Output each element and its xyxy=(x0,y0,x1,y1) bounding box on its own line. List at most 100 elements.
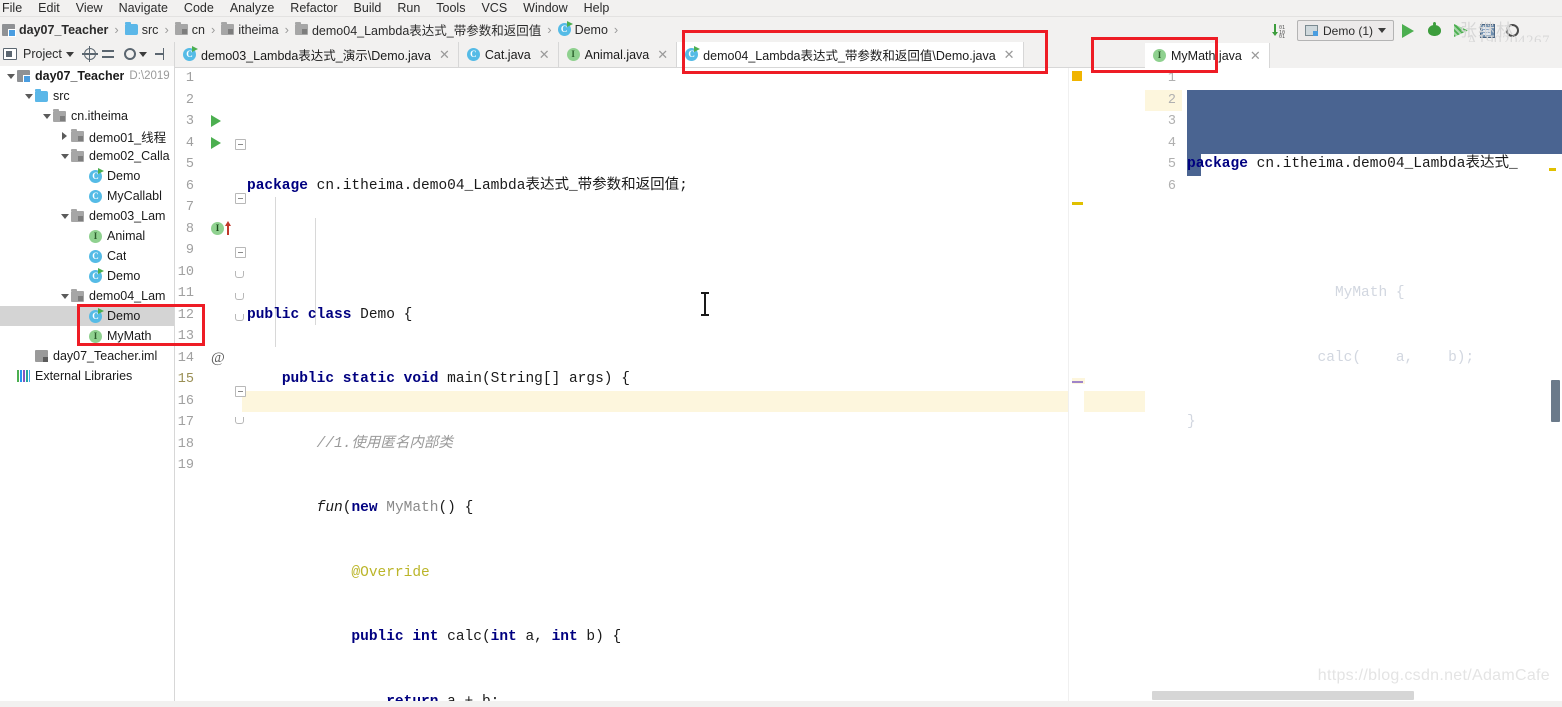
run-button[interactable] xyxy=(1402,22,1420,40)
breadcrumb-item-src[interactable]: src › xyxy=(124,22,175,37)
code-editor-right[interactable]: 1 2 3 4 5 6 package cn.itheima.demo04_Lambda表… xyxy=(1145,68,1562,707)
editor-tab-demo03[interactable]: C demo03_Lambda表达式_演示\Demo.java ✕ xyxy=(175,42,459,67)
occurrence-marker[interactable] xyxy=(1072,202,1083,205)
breadcrumb-item-class[interactable]: C Demo › xyxy=(557,21,625,37)
tree-node-src[interactable]: src xyxy=(0,86,174,106)
twisty-expanded[interactable] xyxy=(40,106,53,126)
menu-item-analyze[interactable]: Analyze xyxy=(222,0,282,17)
line-number-right-3: 3 xyxy=(1167,114,1176,129)
menu-item-vcs[interactable]: VCS xyxy=(473,0,515,17)
tree-node-demo01-[interactable]: demo01_线程 xyxy=(0,126,174,146)
menu-item-refactor[interactable]: Refactor xyxy=(282,0,345,17)
close-icon[interactable]: ✕ xyxy=(657,47,668,63)
menu-item-navigate[interactable]: Navigate xyxy=(111,0,176,17)
tree-node-mycallabl[interactable]: C MyCallabl xyxy=(0,186,174,206)
tree-node-demo[interactable]: C Demo xyxy=(0,266,174,286)
close-icon[interactable]: ✕ xyxy=(1004,47,1015,63)
implementing-method-gutter-icon-line8[interactable]: I xyxy=(211,221,233,236)
profiler-button[interactable] xyxy=(1480,22,1498,40)
hide-icon[interactable] xyxy=(154,48,167,60)
collapse-all-icon[interactable] xyxy=(101,48,114,60)
line-number-12: 12 xyxy=(177,307,194,323)
chevron-down-icon[interactable] xyxy=(65,51,74,57)
tree-node-demo[interactable]: C Demo xyxy=(0,306,174,326)
editor-tab-demo04[interactable]: C demo04_Lambda表达式_带参数和返回值\Demo.java ✕ xyxy=(677,42,1024,67)
run-configuration-selector[interactable]: Demo (1) xyxy=(1297,20,1395,41)
tree-node-day07-teacher[interactable]: day07_Teacher D:\2019 xyxy=(0,66,174,86)
breadcrumb-item-package[interactable]: demo04_Lambda表达式_带参数和返回值 › xyxy=(294,20,558,39)
menu-item-view[interactable]: View xyxy=(68,0,111,17)
tree-node-cat[interactable]: C Cat xyxy=(0,246,174,266)
editor-tab-cat[interactable]: C Cat.java ✕ xyxy=(458,42,559,67)
breadcrumb-label: demo04_Lambda表达式_带参数和返回值 xyxy=(311,24,542,38)
arrow-up-icon xyxy=(225,221,231,235)
breadcrumb-item-cn[interactable]: cn › xyxy=(174,22,222,37)
tree-node-demo03-lam[interactable]: demo03_Lam xyxy=(0,206,174,226)
package-icon xyxy=(174,22,188,35)
close-icon[interactable]: ✕ xyxy=(539,47,550,63)
module-icon xyxy=(17,70,31,83)
editor-marker-bar-left[interactable] xyxy=(1068,68,1085,707)
tree-node-external-libraries[interactable]: External Libraries xyxy=(0,366,174,386)
warning-marker[interactable] xyxy=(1072,71,1082,81)
run-gutter-icon-line4[interactable] xyxy=(211,136,221,154)
editor-gutter-right[interactable]: 1 2 3 4 5 6 xyxy=(1145,68,1182,707)
twisty-expanded[interactable] xyxy=(58,206,71,226)
gear-icon[interactable] xyxy=(123,48,136,60)
run-gutter-icon-line3[interactable] xyxy=(211,114,221,132)
twisty-expanded[interactable] xyxy=(4,66,17,86)
menu-item-run[interactable]: Run xyxy=(389,0,428,17)
twisty-expanded[interactable] xyxy=(58,286,71,306)
right-editor-hscrollbar-thumb[interactable] xyxy=(1152,691,1414,700)
class-icon: C xyxy=(89,249,102,263)
line-number-18: 18 xyxy=(177,436,194,452)
tree-node-animal[interactable]: I Animal xyxy=(0,226,174,246)
override-gutter-icon-line14[interactable]: @ xyxy=(211,350,225,367)
tree-node-cn-itheima[interactable]: cn.itheima xyxy=(0,106,174,126)
right-editor-hscrollbar[interactable] xyxy=(1152,690,1562,701)
editor-tab-mymath[interactable]: I MyMath.java ✕ xyxy=(1145,43,1270,68)
twisty-expanded[interactable] xyxy=(58,146,71,166)
update-project-icon[interactable]: 01 10 01 xyxy=(1271,22,1289,40)
breadcrumb-label: Demo xyxy=(574,22,608,37)
code-content-left[interactable]: package cn.itheima.demo04_Lambda表达式_带参数和… xyxy=(242,68,1145,707)
scroll-from-source-icon[interactable] xyxy=(81,46,98,62)
close-icon[interactable]: ✕ xyxy=(439,47,450,63)
project-tree[interactable]: day07_Teacher D:\2019 src cn.itheima demo01_… xyxy=(0,66,175,707)
editor-tab-animal[interactable]: I Animal.java ✕ xyxy=(558,42,678,67)
tree-node-label: demo02_Calla xyxy=(89,149,170,163)
run-coverage-button[interactable] xyxy=(1454,22,1472,40)
tree-node-mymath[interactable]: I MyMath xyxy=(0,326,174,346)
changed-lines-marker[interactable] xyxy=(1072,381,1083,383)
idea-window: File Edit View Navigate Code Analyze Ref… xyxy=(0,0,1562,707)
editor-gutter-left[interactable]: I @ 1 2 3 4 5 6 7 8 9 10 11 12 13 14 15 16 17 18 19 xyxy=(175,68,246,707)
class-icon: C xyxy=(466,48,480,61)
menu-item-tools[interactable]: Tools xyxy=(428,0,473,17)
run-with-coverage-icon xyxy=(1454,24,1469,37)
breadcrumb-item-module[interactable]: day07_Teacher › xyxy=(2,22,125,37)
tree-node-demo02-calla[interactable]: demo02_Calla xyxy=(0,146,174,166)
line-number-14: 14 xyxy=(177,350,194,366)
code-line-r6 xyxy=(1182,477,1562,499)
tree-node-day07-teacher-iml[interactable]: day07_Teacher.iml xyxy=(0,346,174,366)
search-everywhere-button[interactable] xyxy=(1506,22,1524,40)
code-editor-left[interactable]: I @ 1 2 3 4 5 6 7 8 9 10 11 12 13 14 15 16 17 18 19 packag… xyxy=(175,68,1145,707)
close-icon[interactable]: ✕ xyxy=(1250,48,1261,64)
twisty-expanded[interactable] xyxy=(22,86,35,106)
menu-item-file[interactable]: File xyxy=(0,0,30,17)
update-project-glyph: 01 10 01 xyxy=(1272,23,1285,39)
tree-node-demo04-lam[interactable]: demo04_Lam xyxy=(0,286,174,306)
tree-node-demo[interactable]: C Demo xyxy=(0,166,174,186)
menu-item-help[interactable]: Help xyxy=(576,0,618,17)
code-content-right[interactable]: package cn.itheima.demo04_Lambda表达式_ pub… xyxy=(1182,68,1562,707)
package-icon xyxy=(53,108,66,122)
chevron-down-icon[interactable] xyxy=(138,51,147,57)
menu-item-build[interactable]: Build xyxy=(346,0,390,17)
menu-item-edit[interactable]: Edit xyxy=(30,0,68,17)
menu-item-window[interactable]: Window xyxy=(515,0,575,17)
menu-item-code[interactable]: Code xyxy=(176,0,222,17)
breadcrumb-item-itheima[interactable]: itheima › xyxy=(221,22,295,37)
code-line-1: package cn.itheima.demo04_Lambda表达式_带参数和… xyxy=(247,177,688,194)
debug-button[interactable] xyxy=(1428,22,1446,40)
twisty-collapsed[interactable] xyxy=(58,126,71,146)
